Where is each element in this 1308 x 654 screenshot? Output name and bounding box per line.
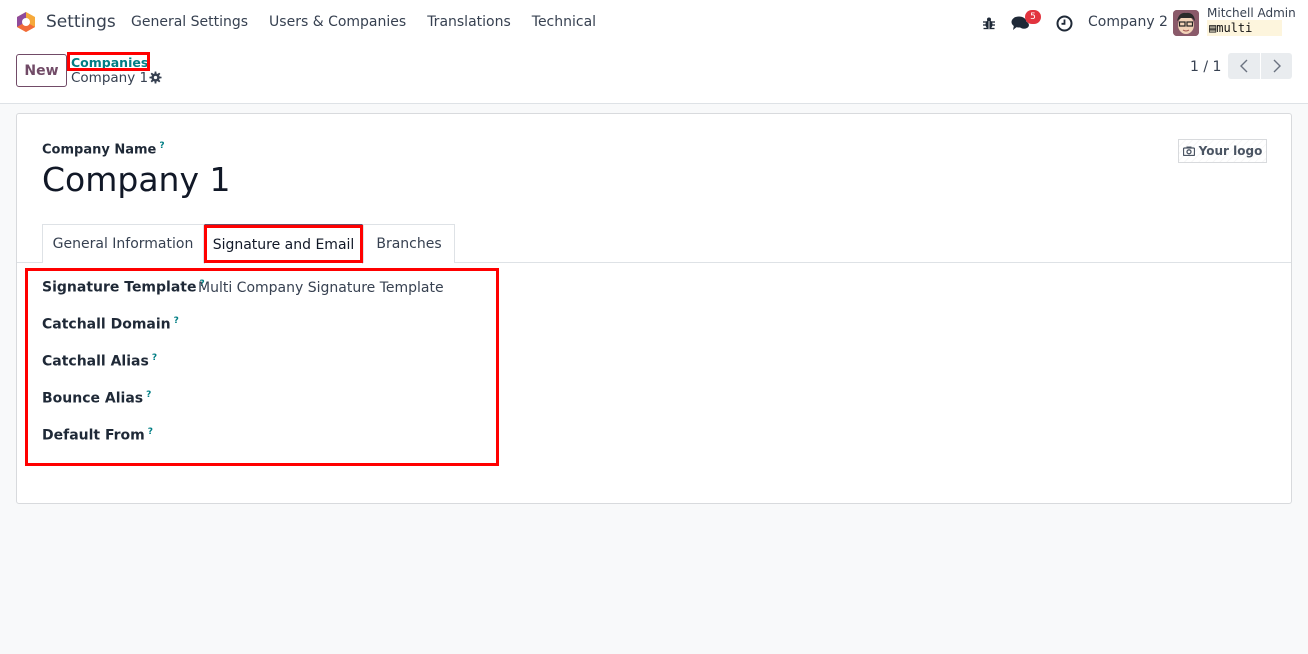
company-name-label-text: Company Name	[42, 142, 157, 158]
field-catchall-domain: Catchall Domain?	[42, 316, 179, 336]
field-label: Catchall Alias	[42, 353, 149, 370]
tab-general-information[interactable]: General Information	[42, 224, 204, 263]
clock-icon	[1056, 15, 1073, 31]
activities-button[interactable]	[1056, 0, 1073, 46]
database-name: multi	[1216, 21, 1253, 35]
chevron-right-icon	[1273, 59, 1281, 73]
user-avatar[interactable]	[1173, 10, 1199, 36]
field-label: Default From	[42, 427, 145, 444]
breadcrumb-current: Company 1	[71, 70, 149, 86]
logo-placeholder-text: Your logo	[1198, 144, 1263, 158]
top-navbar: Settings General Settings Users & Compan…	[0, 0, 1308, 46]
company-name-label: Company Name?	[42, 141, 165, 157]
field-default-from: Default From?	[42, 427, 153, 447]
field-catchall-alias: Catchall Alias?	[42, 353, 157, 373]
pager-next-button[interactable]	[1260, 53, 1292, 79]
debug-button[interactable]	[982, 0, 996, 46]
notebook-tabs: General Information Signature and Email …	[17, 224, 1291, 264]
help-tooltip-icon[interactable]: ?	[174, 316, 179, 326]
user-name[interactable]: Mitchell Admin	[1207, 6, 1296, 20]
help-tooltip-icon[interactable]: ?	[159, 141, 164, 151]
bug-icon	[983, 17, 995, 30]
database-tag: ▤multi	[1207, 20, 1283, 36]
company-switcher[interactable]: Company 2	[1088, 14, 1168, 30]
help-tooltip-icon[interactable]: ?	[146, 390, 151, 400]
breadcrumb-companies[interactable]: Companies	[71, 55, 148, 70]
pager-value[interactable]: 1 / 1	[1190, 59, 1221, 75]
new-button[interactable]: New	[16, 54, 67, 87]
main-menu: General Settings Users & Companies Trans…	[131, 14, 617, 30]
field-bounce-alias: Bounce Alias?	[42, 390, 151, 410]
control-panel: New Companies Company 1 1 / 1	[0, 46, 1308, 104]
form-sheet: Company Name? Company 1 Your logo Genera…	[16, 113, 1292, 504]
camera-icon	[1182, 146, 1195, 156]
messages-count-badge: 5	[1025, 10, 1041, 24]
app-name[interactable]: Settings	[46, 12, 116, 32]
menu-technical[interactable]: Technical	[532, 14, 596, 30]
tab-branches[interactable]: Branches	[363, 224, 455, 263]
menu-general-settings[interactable]: General Settings	[131, 14, 248, 30]
logo-upload[interactable]: Your logo	[1178, 139, 1267, 163]
tab-signature-and-email[interactable]: Signature and Email	[204, 224, 363, 264]
avatar-icon	[1173, 10, 1199, 36]
help-tooltip-icon[interactable]: ?	[152, 353, 157, 363]
menu-translations[interactable]: Translations	[427, 14, 511, 30]
company-name-field[interactable]: Company 1	[42, 160, 230, 199]
app-logo-icon[interactable]	[15, 11, 37, 33]
field-signature-template: Signature Template? Multi Company Signat…	[42, 279, 444, 299]
help-tooltip-icon[interactable]: ?	[148, 427, 153, 437]
field-label: Signature Template	[42, 279, 197, 296]
pager-previous-button[interactable]	[1228, 53, 1260, 79]
gear-icon[interactable]	[149, 71, 162, 84]
chevron-left-icon	[1240, 59, 1248, 73]
signature-template-value[interactable]: Multi Company Signature Template	[198, 280, 444, 296]
menu-users-companies[interactable]: Users & Companies	[269, 14, 406, 30]
field-label: Bounce Alias	[42, 390, 144, 407]
field-label: Catchall Domain	[42, 316, 171, 333]
